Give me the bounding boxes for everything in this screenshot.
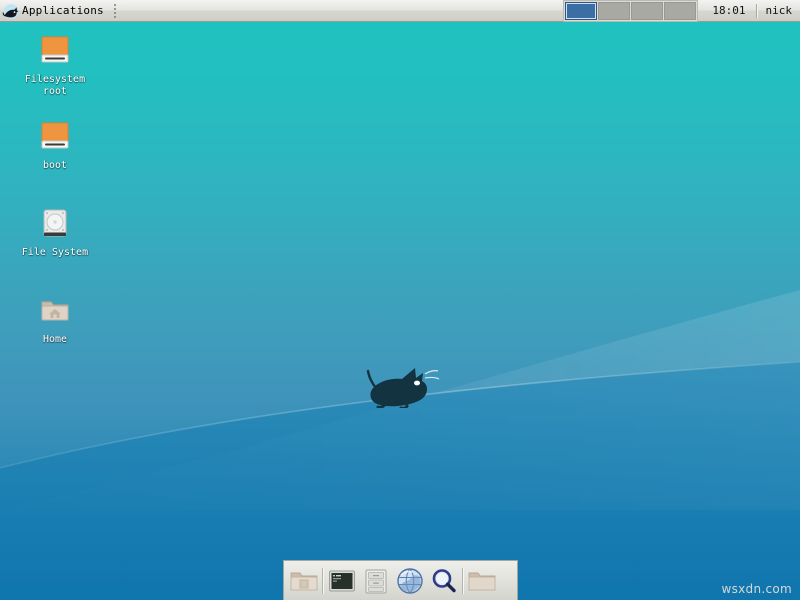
panel-handle-icon[interactable]: [112, 3, 118, 19]
dock-separator: [322, 568, 324, 594]
panel-separator: [756, 4, 758, 18]
dock-item-search[interactable]: [427, 564, 461, 598]
magnifier-icon: [429, 566, 459, 596]
desktop-icon-filesystem-root[interactable]: Filesystem root: [9, 30, 101, 98]
desktop-icon-file-system[interactable]: File System: [9, 203, 101, 259]
desktop-icon-home[interactable]: Home: [9, 290, 101, 346]
orange-drive-icon: [35, 30, 75, 70]
dock-item-file-manager[interactable]: [287, 564, 321, 598]
wallpaper-wave: [0, 300, 800, 600]
terminal-icon: [327, 566, 357, 596]
desktop-icon-label: Home: [43, 334, 67, 346]
workspace-cell-2[interactable]: [598, 2, 630, 20]
dock-item-web-browser[interactable]: [393, 564, 427, 598]
username-indicator[interactable]: nick: [760, 4, 800, 17]
watermark: wsxdn.com: [721, 582, 792, 596]
dock-item-terminal[interactable]: [325, 564, 359, 598]
dock-separator: [462, 568, 464, 594]
harddisk-icon: [35, 203, 75, 243]
dock-item-app-finder[interactable]: [359, 564, 393, 598]
xfce-mouse-logo: [365, 360, 443, 408]
desktop-icon-label: Filesystem root: [25, 74, 85, 98]
archive-icon: [361, 566, 391, 596]
workspace-cell-4[interactable]: [664, 2, 696, 20]
applications-menu-label: Applications: [22, 4, 104, 17]
desktop-screen: Applications 18:01 nick Filesystem root: [0, 0, 800, 600]
applications-menu-button[interactable]: Applications: [0, 1, 108, 21]
desktop-icon-boot[interactable]: boot: [9, 116, 101, 172]
workspace-switcher[interactable]: [563, 0, 698, 22]
desktop-icon-label: boot: [43, 160, 67, 172]
clock[interactable]: 18:01: [704, 4, 753, 17]
top-panel: Applications 18:01 nick: [0, 0, 800, 22]
workspace-cell-3[interactable]: [631, 2, 663, 20]
globe-icon: [395, 566, 425, 596]
folder-open-icon: [289, 566, 319, 596]
folder-icon: [467, 566, 497, 596]
workspace-cell-1[interactable]: [565, 2, 597, 20]
dock-item-folder[interactable]: [465, 564, 499, 598]
bottom-dock: [283, 560, 518, 600]
orange-drive-icon: [35, 116, 75, 156]
desktop-icon-label: File System: [22, 247, 88, 259]
xfce-mouse-icon: [2, 2, 20, 20]
home-folder-icon: [35, 290, 75, 330]
